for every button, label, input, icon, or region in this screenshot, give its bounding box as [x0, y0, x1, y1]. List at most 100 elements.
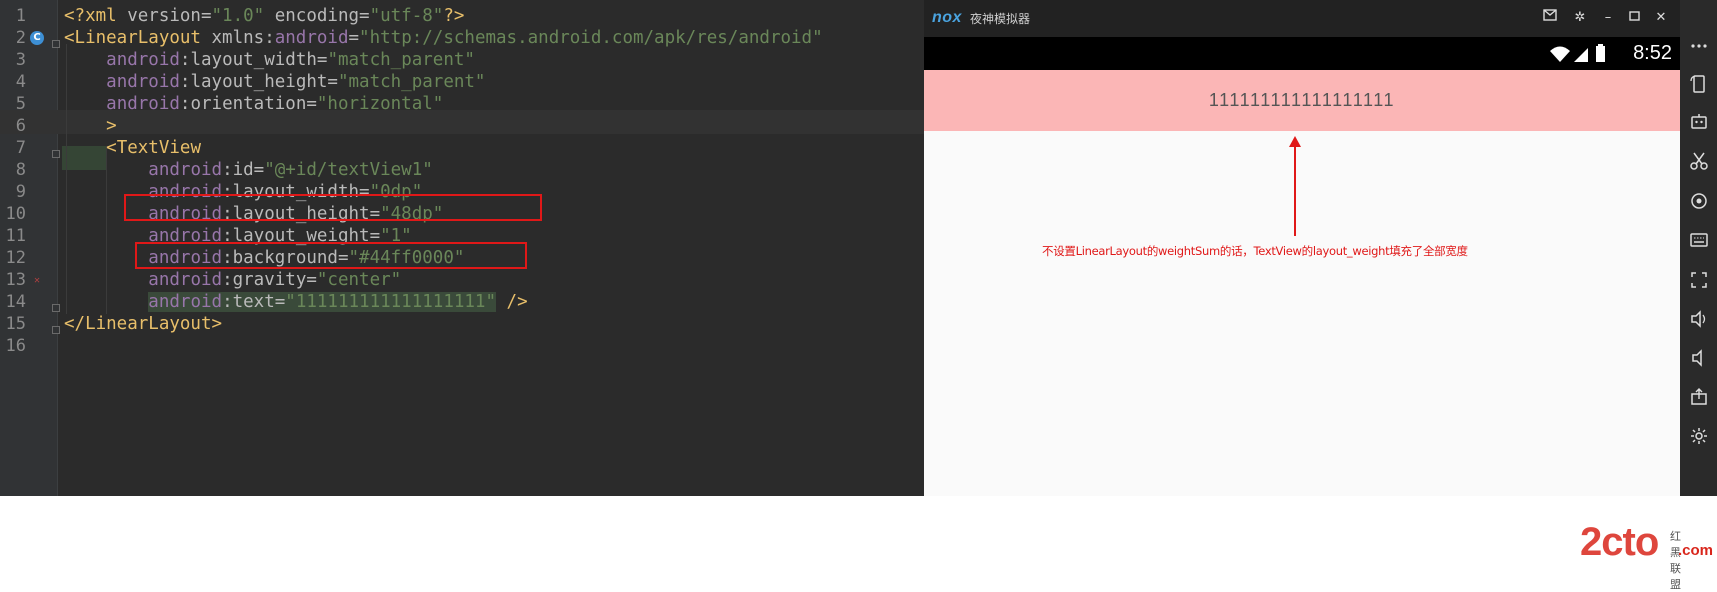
code-token: android [106, 50, 180, 70]
fold-marker-icon[interactable] [52, 40, 60, 48]
line-number: 5 [15, 94, 26, 114]
code-text: android:orientation="horizontal" [64, 92, 443, 116]
code-text: android:layout_height="match_parent" [64, 70, 485, 94]
highlight-box-layout-width [124, 194, 542, 221]
battery-icon [1596, 44, 1605, 62]
emulator-titlebar[interactable]: nox 夜神模拟器 ✲ – ✕ [924, 0, 1680, 37]
nox-logo: nox [932, 9, 962, 26]
code-token: :layout_width= [179, 50, 328, 70]
code-line[interactable]: 2 <LinearLayout xmlns:android="http://sch… [0, 26, 924, 50]
code-token: "match_parent" [337, 72, 486, 92]
line-number: 10 [5, 204, 26, 224]
code-token: "horizontal" [316, 94, 444, 114]
apk-install-icon[interactable] [1680, 379, 1717, 415]
keyboard-icon[interactable] [1680, 222, 1717, 258]
code-token: android [106, 72, 180, 92]
close-icon[interactable]: ✕ [1651, 8, 1671, 28]
line-number: 1 [15, 6, 26, 26]
code-line[interactable]: 6 > [0, 114, 924, 138]
volume-down-icon[interactable] [1680, 340, 1717, 376]
code-token: > [106, 116, 117, 136]
class-badge-icon[interactable]: C [30, 31, 44, 45]
code-line[interactable]: 13 android:gravity="center" [0, 268, 924, 292]
line-number: 11 [5, 226, 26, 246]
settings-icon[interactable] [1680, 418, 1717, 454]
code-token: android [106, 94, 180, 114]
code-token: :layout_height= [179, 72, 338, 92]
code-token: <?xml [64, 6, 128, 26]
code-token: "center" [316, 270, 402, 290]
code-line[interactable]: 5 android:orientation="horizontal" [0, 92, 924, 116]
code-text: <LinearLayout xmlns:android="http://sche… [64, 26, 823, 50]
code-token: android [148, 292, 223, 312]
line-number: 4 [15, 72, 26, 92]
line-number: 14 [5, 292, 26, 312]
code-text: > [64, 114, 117, 138]
code-line[interactable]: 1 <?xml version="1.0" encoding="utf-8"?> [0, 4, 924, 28]
code-text: android:text="111111111111111111" /> [64, 290, 528, 314]
scissors-icon[interactable] [1680, 143, 1717, 179]
code-token: :orientation= [179, 94, 317, 114]
code-line[interactable]: 8 android:id="@+id/textView1" [0, 158, 924, 182]
gear-icon[interactable]: ✲ [1570, 8, 1590, 28]
code-token: /> [496, 292, 528, 312]
rotate-icon[interactable] [1680, 66, 1717, 102]
volume-up-icon[interactable] [1680, 301, 1717, 337]
signal-icon [1574, 48, 1588, 62]
code-token: version= [127, 6, 212, 26]
code-token: "@+id/textView1" [264, 160, 433, 180]
maximize-icon[interactable] [1624, 8, 1644, 28]
code-token: :gravity= [222, 270, 317, 290]
minimize-icon[interactable]: – [1598, 8, 1618, 28]
watermark-logo: 2cto [1580, 520, 1659, 564]
code-line[interactable]: 14 android:text="111111111111111111" /> [0, 290, 924, 314]
code-text: android:gravity="center" [64, 268, 401, 292]
robot-icon[interactable] [1680, 104, 1717, 140]
fold-marker-icon[interactable] [52, 150, 60, 158]
mail-icon[interactable] [1540, 8, 1560, 28]
more-icon[interactable] [1680, 28, 1717, 64]
code-token: "1.0" [211, 6, 265, 26]
code-editor[interactable]: 1 <?xml version="1.0" encoding="utf-8"?> 2… [0, 0, 924, 496]
code-text: android:id="@+id/textView1" [64, 158, 433, 182]
fullscreen-icon[interactable] [1680, 262, 1717, 298]
code-token: <TextView [106, 138, 201, 158]
code-text: android:layout_width="match_parent" [64, 48, 475, 72]
annotation-arrow-line [1294, 144, 1296, 236]
watermark-subtitle: 红黑联盟 [1670, 530, 1681, 591]
fold-marker-icon[interactable] [52, 304, 60, 312]
code-text: <TextView [64, 136, 201, 160]
location-icon[interactable] [1680, 183, 1717, 219]
breakpoint-marker-icon[interactable]: ✕ [34, 276, 40, 286]
code-token: android [148, 270, 223, 290]
code-line[interactable]: 4 android:layout_height="match_parent" [0, 70, 924, 94]
code-line[interactable]: 3 android:layout_width="match_parent" [0, 48, 924, 72]
code-text: </LinearLayout> [64, 312, 222, 336]
annotation-text: 不设置LinearLayout的weightSum的话，TextView的lay… [1042, 244, 1468, 258]
code-token: "111111111111111111" [285, 292, 496, 312]
emulator-sidebar [1680, 0, 1717, 496]
code-line[interactable]: 15 </LinearLayout> [0, 312, 924, 336]
code-token: = [348, 28, 360, 48]
code-text: <?xml version="1.0" encoding="utf-8"?> [64, 4, 464, 28]
line-number: 9 [15, 182, 26, 202]
line-number: 7 [15, 138, 26, 158]
code-token: xmlns: [211, 28, 275, 48]
emulator-title: 夜神模拟器 [970, 12, 1031, 26]
android-screen[interactable]: 111111111111111111 不设置LinearLayout的weigh… [924, 70, 1713, 591]
code-token: encoding= [264, 6, 370, 26]
fold-marker-icon[interactable] [52, 326, 60, 334]
code-line[interactable]: 7 <TextView [0, 136, 924, 160]
line-number: 6 [15, 116, 26, 136]
textview-text: 111111111111111111 [1208, 90, 1396, 110]
code-line[interactable]: 16 [0, 334, 924, 358]
status-time: 8:52 [1633, 42, 1672, 64]
highlight-box-layout-weight [135, 242, 527, 269]
